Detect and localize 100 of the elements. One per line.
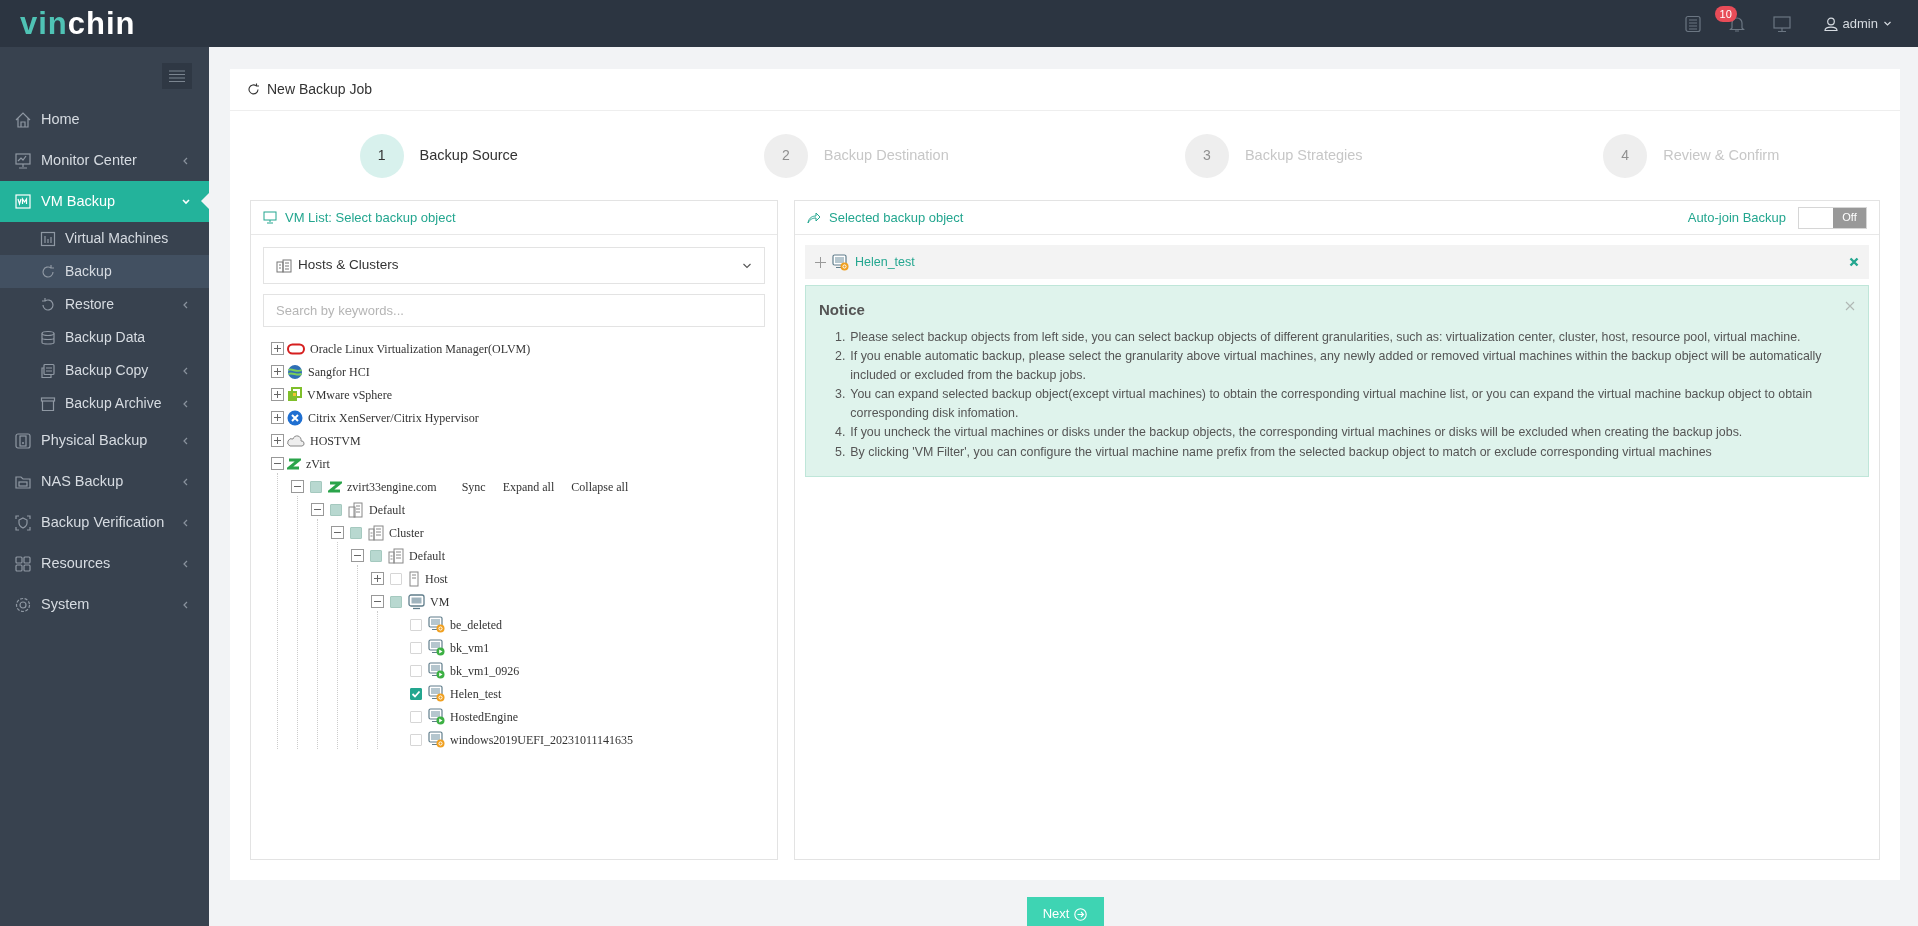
step-number: 2: [763, 133, 808, 178]
tree-node-label[interactable]: Oracle Linux Virtualization Manager(OLVM): [310, 339, 531, 358]
sidebar-subitem[interactable]: Backup: [0, 255, 209, 288]
view-select[interactable]: Hosts & Clusters: [263, 247, 765, 284]
notice-text: If you uncheck the virtual machines or disks under the backup objects, the corresponding virtual machines or disks will be excluded when creating the backup jobs.: [850, 424, 1743, 441]
sidebar-item[interactable]: Backup Verification: [0, 502, 209, 543]
collapse-button[interactable]: [311, 503, 324, 516]
refresh-icon: [247, 83, 260, 96]
checkbox[interactable]: [410, 687, 422, 700]
tree-node-label[interactable]: Citrix XenServer/Citrix Hypervisor: [308, 408, 479, 427]
caret-icon: [1883, 19, 1892, 28]
undo-icon: [40, 296, 56, 313]
toggle-label: Auto-join Backup: [1687, 208, 1786, 227]
arrow-circle-icon: [1074, 907, 1088, 921]
expand-button[interactable]: [271, 388, 284, 401]
vm-icon: [428, 639, 445, 656]
tree-node-label[interactable]: Sangfor HCI: [308, 362, 370, 381]
checkbox[interactable]: [330, 503, 342, 516]
object-label: Helen_test: [855, 253, 915, 271]
monitor-icon: [14, 151, 32, 170]
sidebar-item[interactable]: Home: [0, 99, 209, 140]
sidebar-item[interactable]: Monitor Center: [0, 140, 209, 181]
tree-node-label[interactable]: Default: [369, 500, 405, 519]
monitor-icon: [263, 211, 277, 224]
sidebar-subitem[interactable]: Virtual Machines: [0, 222, 209, 255]
zigzag-icon: [287, 456, 301, 471]
collapse-button[interactable]: [271, 457, 284, 470]
vm-icon: [428, 708, 445, 725]
tree-action-link[interactable]: Sync: [461, 477, 486, 496]
user-menu[interactable]: admin: [1817, 12, 1898, 35]
sidebar-item[interactable]: System: [0, 584, 209, 625]
vm-icon: [14, 192, 32, 211]
checkbox[interactable]: [370, 549, 382, 562]
tree-node-label[interactable]: HostedEngine: [450, 707, 518, 726]
tree-node-label[interactable]: VMware vSphere: [307, 385, 392, 404]
notice-number: 5.: [835, 443, 846, 461]
expand-button[interactable]: [271, 342, 284, 355]
checkbox[interactable]: [390, 595, 402, 608]
tree-node-label[interactable]: zvirt33engine.com: [347, 477, 437, 496]
expand-button[interactable]: [371, 572, 384, 585]
shield-icon: [14, 513, 32, 532]
user-icon: [1823, 16, 1838, 31]
tree-node-label[interactable]: HOSTVM: [310, 431, 361, 450]
ring-icon: [287, 342, 305, 355]
cloud-icon: [287, 434, 305, 447]
tree-action-link[interactable]: Expand all: [502, 477, 555, 496]
sidebar-subitem[interactable]: Backup Archive: [0, 387, 209, 420]
building-icon: [388, 547, 404, 564]
remove-button[interactable]: [1849, 257, 1859, 267]
expand-button[interactable]: [271, 411, 284, 424]
sidebar-item[interactable]: NAS Backup: [0, 461, 209, 502]
notice-text: By clicking 'VM Filter', you can configure the virtual machine name prefix from the selected backup object to match or exclude corresponding virtual machines: [850, 443, 1712, 461]
notice-text: If you enable automatic backup, please select the granularity above virtual machines, any newly added or removed virtual machines within the backup object will be automatically included or excluded from the backup jobs.: [850, 348, 1823, 384]
archive-icon: [40, 395, 56, 412]
notice-number: 1.: [835, 328, 846, 346]
tree-node-label[interactable]: bk_vm1: [450, 638, 490, 657]
vm-icon: [428, 662, 445, 679]
tree-node-label[interactable]: VM: [430, 592, 450, 611]
sidebar-subitem[interactable]: Restore: [0, 288, 209, 321]
notice-number: 2.: [835, 348, 846, 365]
search-field[interactable]: Search by keywords...: [263, 294, 765, 327]
vm-icon: [408, 593, 425, 610]
vm-icon: [428, 731, 445, 748]
share-arrow-icon: [807, 211, 821, 224]
checkbox[interactable]: [350, 526, 362, 539]
sidebar-item[interactable]: Resources: [0, 543, 209, 584]
notice-number: 3.: [835, 386, 846, 403]
close-button[interactable]: [1845, 301, 1855, 311]
checkbox[interactable]: [310, 480, 322, 493]
home-icon: [14, 110, 32, 129]
collapse-button[interactable]: [291, 480, 304, 493]
step-label: Review & Confirm: [1663, 145, 1780, 165]
tree-node-label[interactable]: Helen_test: [450, 684, 502, 703]
tree-node-label[interactable]: zVirt: [306, 454, 330, 473]
sidebar-subitem[interactable]: Backup Copy: [0, 354, 209, 387]
expand-button[interactable]: [271, 434, 284, 447]
tree-node-label[interactable]: windows2019UEFI_20231011141635: [450, 730, 634, 749]
collapse-button[interactable]: [331, 526, 344, 539]
logo: vinchin: [20, 8, 136, 39]
globe-icon: [287, 363, 303, 380]
expand-button[interactable]: [271, 365, 284, 378]
panel-title: Selected backup object: [829, 208, 964, 227]
notice-title: Notice: [819, 300, 865, 320]
vm-icon: [428, 685, 445, 702]
vm-icon: [428, 616, 445, 633]
menu-button[interactable]: [162, 63, 192, 89]
tree-node-label[interactable]: Host: [425, 569, 448, 588]
sidebar-item[interactable]: Physical Backup: [0, 420, 209, 461]
tree-node-label[interactable]: be_deleted: [450, 615, 502, 634]
tree-action-link[interactable]: Collapse all: [571, 477, 629, 496]
collapse-button[interactable]: [351, 549, 364, 562]
notice-text: Please select backup objects from left side, you can select backup objects of different granularities, such as: virtualization center, cluster, host, resource pool, virtual machine.: [850, 328, 1801, 346]
collapse-button[interactable]: [371, 595, 384, 608]
refresh-icon: [40, 263, 56, 280]
tree-node-label[interactable]: Cluster: [389, 523, 424, 542]
gear-icon: [14, 595, 32, 614]
sidebar-subitem[interactable]: Backup Data: [0, 321, 209, 354]
tree-node-label[interactable]: Default: [409, 546, 445, 565]
tree-node-label[interactable]: bk_vm1_0926: [450, 661, 520, 680]
step-label: Backup Strategies: [1244, 145, 1363, 165]
